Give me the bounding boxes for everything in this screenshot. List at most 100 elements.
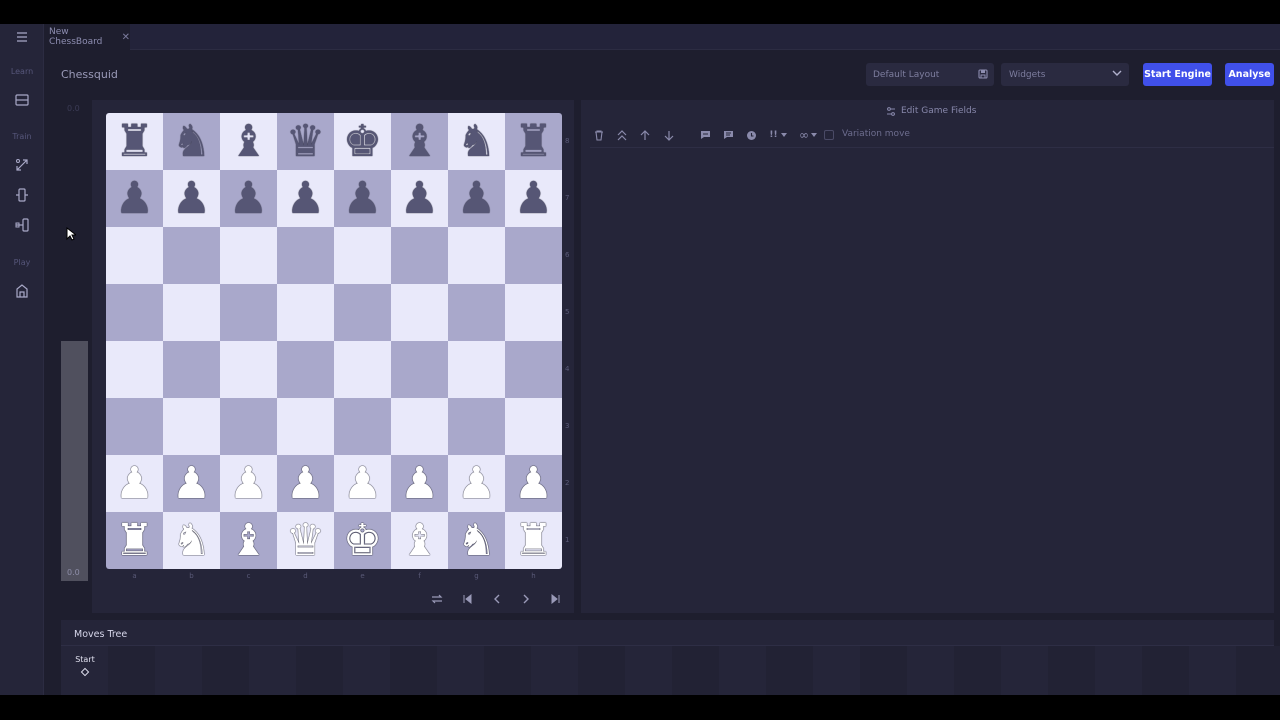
white-bishop-piece[interactable]: ♝ [400,518,439,563]
square-a7[interactable]: ♟ [106,170,163,227]
square-a4[interactable] [106,341,163,398]
white-queen-piece[interactable]: ♛ [286,518,325,563]
square-f2[interactable]: ♟ [391,455,448,512]
square-e7[interactable]: ♟ [334,170,391,227]
white-pawn-piece[interactable]: ♟ [286,461,325,506]
square-b7[interactable]: ♟ [163,170,220,227]
square-e4[interactable] [334,341,391,398]
square-e5[interactable] [334,284,391,341]
square-a8[interactable]: ♜ [106,113,163,170]
black-bishop-piece[interactable]: ♝ [229,119,268,164]
white-pawn-piece[interactable]: ♟ [514,461,553,506]
white-pawn-piece[interactable]: ♟ [229,461,268,506]
square-b8[interactable]: ♞ [163,113,220,170]
black-pawn-piece[interactable]: ♟ [457,176,496,221]
square-a6[interactable] [106,227,163,284]
next-move-icon[interactable] [517,591,535,607]
tab-new-chessboard[interactable]: New ChessBoard ✕ [44,24,130,50]
database-icon[interactable] [10,89,34,111]
square-b1[interactable]: ♞ [163,512,220,569]
edit-game-fields-button[interactable]: Edit Game Fields [886,106,976,116]
square-f4[interactable] [391,341,448,398]
square-e3[interactable] [334,398,391,455]
square-d4[interactable] [277,341,334,398]
black-pawn-piece[interactable]: ♟ [400,176,439,221]
square-h1[interactable]: ♜ [505,512,562,569]
square-a5[interactable] [106,284,163,341]
square-a3[interactable] [106,398,163,455]
endgames-icon[interactable] [10,214,34,236]
square-c6[interactable] [220,227,277,284]
move-up-icon[interactable] [639,128,651,142]
square-c3[interactable] [220,398,277,455]
variation-move-checkbox[interactable] [824,130,834,140]
black-pawn-piece[interactable]: ♟ [514,176,553,221]
chessboard[interactable]: ♜ ♞ ♝ ♛ ♚ ♝ ♞ ♜ ♟ ♟ ♟ ♟ ♟ ♟ ♟ ♟ ♟ ♟ ♟ ♟ ♟ ♟ ♟ ♟ ♜ ♞ ♝ ♛ ♚ ♝ ♞ ♜ [106,113,562,569]
trash-icon[interactable] [593,128,605,142]
square-c5[interactable] [220,284,277,341]
comment-before-icon[interactable] [699,128,711,142]
square-e1[interactable]: ♚ [334,512,391,569]
square-f8[interactable]: ♝ [391,113,448,170]
close-icon[interactable]: ✕ [122,32,130,43]
black-pawn-piece[interactable]: ♟ [115,176,154,221]
analyse-button[interactable]: Analyse [1225,63,1274,86]
white-pawn-piece[interactable]: ♟ [172,461,211,506]
square-f3[interactable] [391,398,448,455]
square-b2[interactable]: ♟ [163,455,220,512]
black-knight-piece[interactable]: ♞ [457,119,496,164]
openings-icon[interactable] [10,184,34,206]
square-h6[interactable] [505,227,562,284]
start-engine-button[interactable]: Start Engine [1143,63,1212,86]
white-pawn-piece[interactable]: ♟ [115,461,154,506]
square-g6[interactable] [448,227,505,284]
square-d3[interactable] [277,398,334,455]
white-bishop-piece[interactable]: ♝ [229,518,268,563]
square-d1[interactable]: ♛ [277,512,334,569]
square-f1[interactable]: ♝ [391,512,448,569]
widgets-select[interactable]: Widgets [1001,63,1129,86]
square-h7[interactable]: ♟ [505,170,562,227]
play-pawn-icon[interactable] [10,280,34,302]
menu-icon[interactable] [10,26,34,48]
square-h8[interactable]: ♜ [505,113,562,170]
square-c2[interactable]: ♟ [220,455,277,512]
white-rook-piece[interactable]: ♜ [514,518,553,563]
white-pawn-piece[interactable]: ♟ [457,461,496,506]
square-f5[interactable] [391,284,448,341]
square-h2[interactable]: ♟ [505,455,562,512]
puzzle-arrows-icon[interactable] [10,154,34,176]
square-g5[interactable] [448,284,505,341]
evaluation-glyph-dropdown[interactable]: ∞ [797,128,819,142]
comment-after-icon[interactable] [722,128,734,142]
square-g3[interactable] [448,398,505,455]
square-a1[interactable]: ♜ [106,512,163,569]
black-rook-piece[interactable]: ♜ [115,119,154,164]
black-pawn-piece[interactable]: ♟ [343,176,382,221]
square-a2[interactable]: ♟ [106,455,163,512]
square-g1[interactable]: ♞ [448,512,505,569]
square-e2[interactable]: ♟ [334,455,391,512]
black-queen-piece[interactable]: ♛ [286,119,325,164]
move-down-icon[interactable] [663,128,675,142]
square-h4[interactable] [505,341,562,398]
moves-tree-start-node[interactable]: Start [74,655,96,677]
square-b4[interactable] [163,341,220,398]
square-d2[interactable]: ♟ [277,455,334,512]
black-rook-piece[interactable]: ♜ [514,119,553,164]
black-king-piece[interactable]: ♚ [343,119,382,164]
white-knight-piece[interactable]: ♞ [457,518,496,563]
square-c7[interactable]: ♟ [220,170,277,227]
white-king-piece[interactable]: ♚ [343,518,382,563]
square-b3[interactable] [163,398,220,455]
square-d7[interactable]: ♟ [277,170,334,227]
black-pawn-piece[interactable]: ♟ [229,176,268,221]
square-g8[interactable]: ♞ [448,113,505,170]
layout-select[interactable]: Default Layout [866,63,994,86]
square-d6[interactable] [277,227,334,284]
square-c4[interactable] [220,341,277,398]
white-pawn-piece[interactable]: ♟ [343,461,382,506]
save-layout-icon[interactable] [978,69,988,82]
square-f7[interactable]: ♟ [391,170,448,227]
last-move-icon[interactable] [547,591,565,607]
